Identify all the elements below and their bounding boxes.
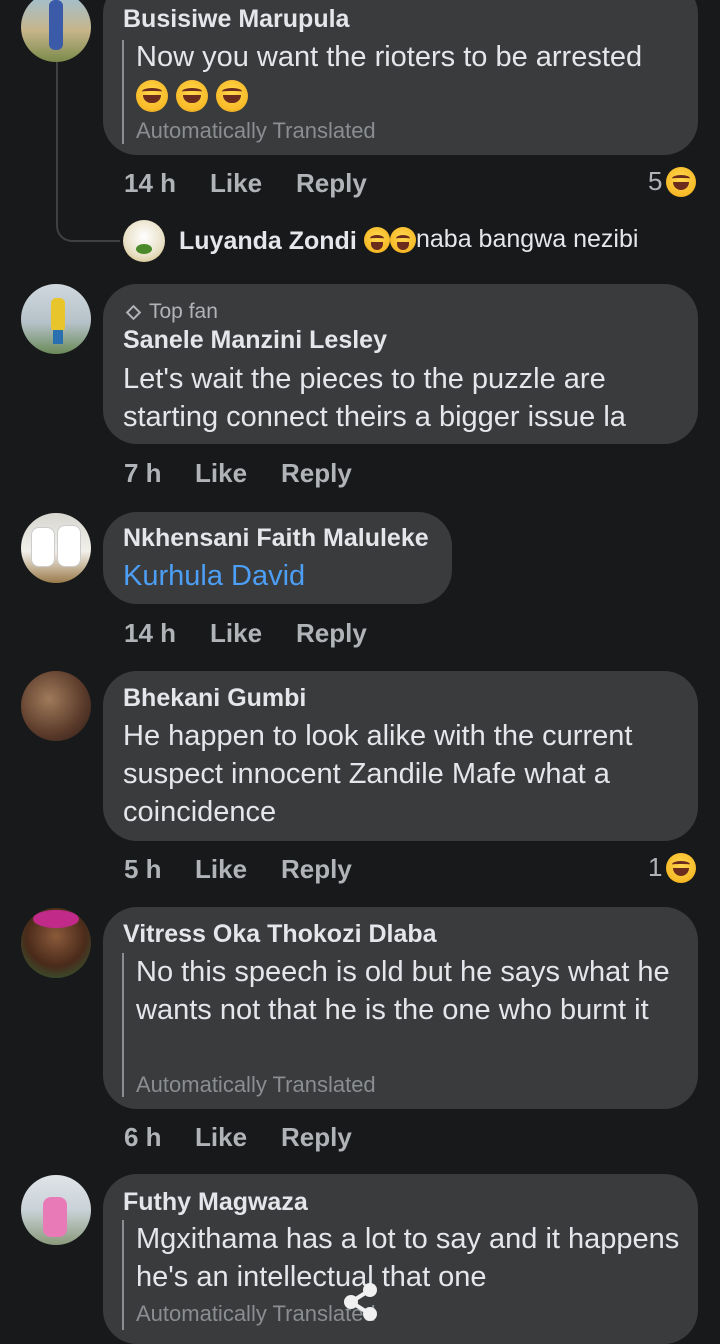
laughing-emoji-icon xyxy=(136,80,168,113)
reply-preview[interactable]: naba bangwa nezibi xyxy=(364,225,638,254)
tagged-user-link[interactable]: Kurhula David xyxy=(123,557,305,595)
comment-text: He happen to look alike with the current… xyxy=(123,720,633,828)
avatar[interactable] xyxy=(21,1175,91,1245)
laughing-emoji-icon xyxy=(216,80,249,113)
top-fan-badge-icon xyxy=(125,304,142,320)
commenter-name[interactable]: Futhy Magwaza xyxy=(123,1188,308,1217)
commenter-name[interactable]: Busisiwe Marupula xyxy=(123,5,349,34)
laughing-emoji-icon xyxy=(666,166,697,197)
reply-preview-text: naba bangwa nezibi xyxy=(416,225,639,253)
avatar[interactable] xyxy=(123,220,165,262)
reaction-count-value: 1 xyxy=(648,852,663,882)
comment-time: 5 h xyxy=(124,854,162,884)
avatar[interactable] xyxy=(21,671,91,741)
comment-time: 6 h xyxy=(124,1122,162,1152)
like-button[interactable]: Like xyxy=(195,1122,247,1153)
auto-translated-label[interactable]: Automatically Translated xyxy=(136,118,376,144)
reply-author-name[interactable]: Luyanda Zondi xyxy=(179,227,357,256)
like-button[interactable]: Like xyxy=(210,618,262,649)
top-fan-badge: Top fan xyxy=(125,300,218,324)
comment-time: 14 h xyxy=(124,168,177,198)
commenter-name[interactable]: Bhekani Gumbi xyxy=(123,684,306,713)
commenter-name[interactable]: Sanele Manzini Lesley xyxy=(123,326,387,355)
comment-text: Let's wait the pieces to the puzzle are … xyxy=(123,363,626,433)
translation-bar xyxy=(122,953,124,1097)
comment-text: Now you want the rioters to be arrested xyxy=(136,38,686,114)
auto-translated-label[interactable]: Automatically Translated xyxy=(136,1072,376,1098)
avatar[interactable] xyxy=(21,513,91,583)
laughing-emoji-icon xyxy=(390,226,416,253)
like-button[interactable]: Like xyxy=(195,854,247,885)
laughing-emoji-icon xyxy=(364,226,390,253)
commenter-name[interactable]: Nkhensani Faith Maluleke xyxy=(123,524,429,553)
avatar[interactable] xyxy=(21,284,91,354)
share-icon[interactable] xyxy=(342,1282,380,1322)
reply-button[interactable]: Reply xyxy=(281,1122,352,1153)
comment-time: 14 h xyxy=(124,618,177,648)
laughing-emoji-icon xyxy=(666,852,697,883)
like-button[interactable]: Like xyxy=(195,458,247,489)
reaction-count[interactable]: 1 xyxy=(648,852,697,883)
comment-text-content: Now you want the rioters to be arrested xyxy=(136,41,643,73)
avatar[interactable] xyxy=(21,0,91,62)
like-button[interactable]: Like xyxy=(210,168,262,199)
reaction-count-value: 5 xyxy=(648,166,663,196)
reply-button[interactable]: Reply xyxy=(281,458,352,489)
comment-text: No this speech is old but he says what h… xyxy=(136,956,670,1026)
laughing-emoji-icon xyxy=(176,80,209,113)
reply-thread-line xyxy=(56,62,120,242)
avatar[interactable] xyxy=(21,908,91,978)
comment-text: Mgxithama has a lot to say and it happen… xyxy=(136,1223,680,1293)
reply-button[interactable]: Reply xyxy=(281,854,352,885)
translation-bar xyxy=(122,1220,124,1330)
reaction-count[interactable]: 5 xyxy=(648,166,697,197)
reply-button[interactable]: Reply xyxy=(296,168,367,199)
reply-button[interactable]: Reply xyxy=(296,618,367,649)
commenter-name[interactable]: Vitress Oka Thokozi Dlaba xyxy=(123,920,437,949)
top-fan-label: Top fan xyxy=(149,300,218,323)
auto-translated-label[interactable]: Automatically Translated xyxy=(136,1301,376,1327)
comment-time: 7 h xyxy=(124,458,162,488)
translation-bar xyxy=(122,40,124,144)
